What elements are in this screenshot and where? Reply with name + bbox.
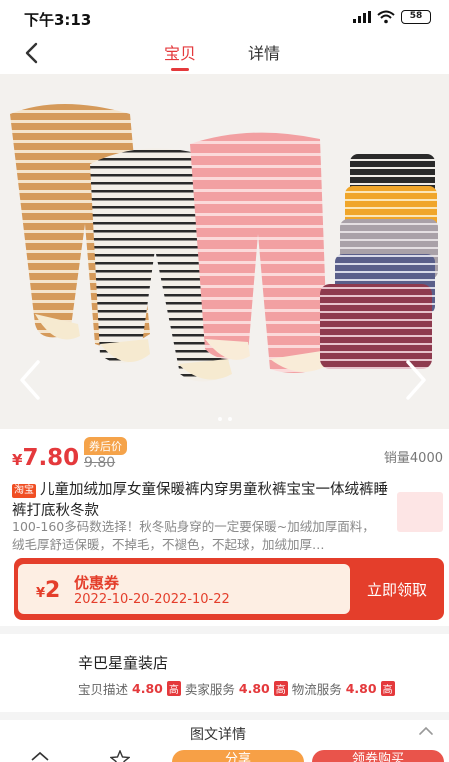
- tab-baby[interactable]: 宝贝: [164, 40, 196, 64]
- rating-tag: 高: [273, 681, 288, 696]
- rating-tag: 高: [380, 681, 395, 696]
- buy-button[interactable]: 领券购买: [312, 750, 444, 762]
- status-bar: 下午3:13 58: [0, 0, 449, 34]
- home-icon[interactable]: [30, 750, 50, 762]
- arrow-right-icon[interactable]: [400, 358, 430, 402]
- bottom-bar: 分享 领券购买: [0, 750, 449, 762]
- active-tab-indicator: [171, 68, 189, 71]
- after-coupon-badge: 券后价: [84, 437, 127, 455]
- arrow-left-icon[interactable]: [16, 358, 46, 402]
- rating-label: 宝贝描述: [78, 682, 129, 697]
- coupon-amount: ¥2: [36, 578, 61, 603]
- rating-label: 卖家服务: [184, 682, 235, 697]
- coupon-title: 优惠券: [74, 574, 120, 592]
- rating-value: 4.80: [132, 681, 163, 696]
- graphic-detail-title: 图文详情: [190, 727, 246, 743]
- taobao-tag: 淘宝: [12, 484, 36, 498]
- store-ratings: 宝贝描述 4.80 高 卖家服务 4.80 高 物流服务 4.80 高: [78, 679, 395, 698]
- product-thumbnail[interactable]: [397, 492, 443, 532]
- product-title: 淘宝 儿童加绒加厚女童保暖裤内穿男童秋裤宝宝一体绒裤睡裤打底秋冬款: [12, 480, 394, 522]
- star-icon[interactable]: [110, 750, 130, 762]
- divider: [0, 712, 449, 720]
- price-row: ¥7.80 券后价 9.80 销量4000: [0, 433, 449, 473]
- chevron-up-icon[interactable]: [418, 724, 434, 738]
- battery-icon: 58: [401, 10, 431, 24]
- nav-bar: 宝贝 详情: [0, 34, 449, 74]
- gallery-dots: [0, 417, 449, 421]
- current-price: ¥7.80: [12, 445, 80, 471]
- wifi-icon: [377, 10, 395, 24]
- product-title-text: 儿童加绒加厚女童保暖裤内穿男童秋裤宝宝一体绒裤睡裤打底秋冬款: [12, 482, 388, 519]
- status-icons: 58: [353, 10, 431, 24]
- product-description: 100-160多码数选择！秋冬贴身穿的一定要保暖~加绒加厚面料，绒毛厚舒适保暖，…: [12, 519, 375, 552]
- rating-value: 4.80: [345, 681, 377, 696]
- coupon-dates: 2022-10-20-2022-10-22: [74, 592, 230, 607]
- share-button[interactable]: 分享: [172, 750, 304, 762]
- coupon-info: ¥2 优惠券 2022-10-20-2022-10-22: [18, 564, 350, 614]
- store-name[interactable]: 辛巴星童装店: [78, 652, 168, 673]
- claim-coupon-button[interactable]: 立即领取: [350, 558, 444, 620]
- rating-label: 物流服务: [291, 682, 342, 697]
- status-time: 下午3:13: [24, 11, 92, 29]
- original-price: 9.80: [84, 455, 116, 471]
- tab-detail[interactable]: 详情: [248, 40, 280, 64]
- divider: [0, 626, 449, 634]
- coupon-card[interactable]: ¥2 优惠券 2022-10-20-2022-10-22 立即领取: [14, 558, 444, 620]
- rating-value: 4.80: [238, 681, 270, 696]
- product-image: [0, 74, 449, 429]
- product-gallery[interactable]: [0, 74, 449, 429]
- signal-icon: [353, 11, 371, 23]
- back-icon[interactable]: [18, 38, 48, 68]
- rating-tag: 高: [166, 681, 181, 696]
- sales-count: 销量4000: [383, 451, 443, 466]
